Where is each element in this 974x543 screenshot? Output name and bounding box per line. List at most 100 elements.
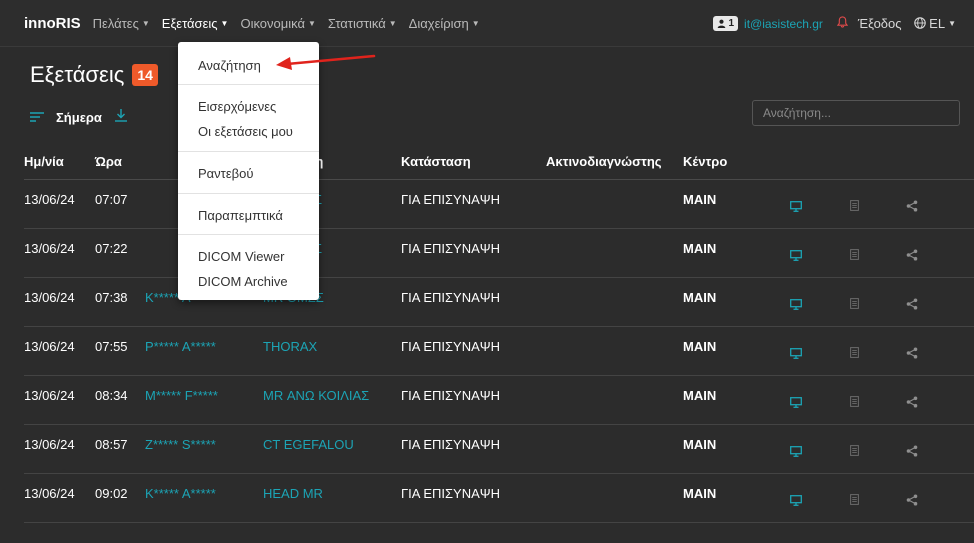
cell-time: 07:38 — [95, 290, 128, 305]
action-view[interactable] — [767, 290, 825, 313]
user-email-link[interactable]: it@iasistech.gr — [744, 17, 823, 31]
action-report[interactable] — [825, 437, 883, 459]
cell-patient[interactable]: M***** F***** — [145, 388, 263, 403]
user-count-badge[interactable]: 1 — [713, 16, 739, 31]
cell-center: MAIN — [683, 241, 717, 256]
brand-logo[interactable]: innoRIS — [24, 15, 81, 32]
action-share[interactable] — [883, 241, 941, 264]
caret-down-icon: ▼ — [471, 18, 480, 28]
col-header-radiologist[interactable]: Ακτινοδιαγνώστης — [546, 154, 683, 169]
action-share[interactable] — [883, 437, 941, 460]
share-icon[interactable] — [906, 200, 918, 215]
col-header-center[interactable]: Κέντρο — [683, 154, 767, 169]
col-header-date[interactable]: Ημ/νία — [24, 154, 95, 169]
share-icon[interactable] — [906, 347, 918, 362]
top-navbar: innoRIS Πελάτες ▼ Εξετάσεις ▼ Οικονομικά ▼ … — [0, 0, 974, 47]
filter-lines-icon[interactable] — [30, 109, 44, 125]
action-view[interactable] — [767, 388, 825, 411]
cell-exam[interactable]: MR ΑΝΩ ΚΟΙΛΙΑΣ — [263, 388, 401, 403]
bell-icon[interactable] — [836, 16, 849, 31]
document-icon[interactable] — [849, 200, 859, 214]
action-share[interactable] — [883, 388, 941, 411]
monitor-icon[interactable] — [790, 445, 802, 460]
cell-exam[interactable]: THORAX — [263, 339, 401, 354]
nav-menu-clients[interactable]: Πελάτες ▼ — [93, 16, 150, 31]
cell-time: 07:22 — [95, 241, 128, 256]
menu-item-dicom-archive[interactable]: DICOM Archive — [178, 274, 319, 289]
logout-link[interactable]: Έξοδος — [858, 16, 902, 31]
action-share[interactable] — [883, 290, 941, 313]
nav-menu-label: Πελάτες — [92, 15, 139, 31]
action-share[interactable] — [883, 192, 941, 215]
action-view[interactable] — [767, 437, 825, 460]
menu-item-incoming[interactable]: Εισερχόμενες — [178, 99, 319, 114]
table-row[interactable]: 13/06/24 08:34 M***** F***** MR ΑΝΩ ΚΟΙΛ… — [24, 376, 974, 425]
document-icon[interactable] — [849, 396, 859, 410]
monitor-icon[interactable] — [790, 249, 802, 264]
table-row[interactable]: 13/06/24 07:55 P***** A***** THORAX ΓΙΑ … — [24, 327, 974, 376]
share-icon[interactable] — [906, 249, 918, 264]
action-share[interactable] — [883, 486, 941, 509]
monitor-icon[interactable] — [790, 494, 802, 509]
action-report[interactable] — [825, 241, 883, 263]
action-share[interactable] — [883, 339, 941, 362]
table-row[interactable]: 13/06/24 09:02 K***** A***** HEAD MR ΓΙΑ… — [24, 474, 974, 523]
share-icon[interactable] — [906, 396, 918, 411]
filter-row: Σήμερα — [30, 108, 128, 126]
share-icon[interactable] — [906, 494, 918, 509]
cell-patient[interactable]: P***** A***** — [145, 339, 263, 354]
col-header-time[interactable]: Ώρα — [95, 154, 145, 169]
document-icon[interactable] — [849, 445, 859, 459]
table-row[interactable]: 13/06/24 08:57 Z***** S***** CT EGEFALOU… — [24, 425, 974, 474]
nav-menu-finance[interactable]: Οικονομικά ▼ — [240, 16, 315, 31]
language-selector[interactable]: EL ▼ — [913, 16, 956, 31]
table-row[interactable]: 13/06/24 07:38 K***** A***** MR ΟΜΣΣ ΓΙΑ… — [24, 278, 974, 327]
monitor-icon[interactable] — [790, 396, 802, 411]
table-header-row: Ημ/νία Ώρα ταση Κατάσταση Ακτινοδιαγνώστ… — [24, 144, 974, 180]
table-row[interactable]: 13/06/24 07:22 ΟΜΣΣ ΓΙΑ ΕΠΙΣΥΝΑΨΗ MAIN — [24, 229, 974, 278]
caret-down-icon: ▼ — [308, 18, 316, 28]
cell-exam[interactable]: CT EGEFALOU — [263, 437, 401, 452]
menu-item-appointments[interactable]: Ραντεβού — [178, 166, 319, 181]
action-view[interactable] — [767, 339, 825, 362]
action-view[interactable] — [767, 241, 825, 264]
action-report[interactable] — [825, 339, 883, 361]
date-filter-label[interactable]: Σήμερα — [56, 110, 102, 125]
nav-menu-exams[interactable]: Εξετάσεις ▼ — [162, 16, 229, 31]
download-icon[interactable] — [114, 108, 128, 126]
nav-menu-administration[interactable]: Διαχείριση ▼ — [409, 16, 480, 31]
caret-down-icon: ▼ — [948, 19, 956, 28]
action-report[interactable] — [825, 388, 883, 410]
action-view[interactable] — [767, 486, 825, 509]
menu-item-search[interactable]: Αναζήτηση — [178, 58, 319, 73]
col-header-status[interactable]: Κατάσταση — [401, 154, 546, 169]
cell-patient[interactable]: K***** A***** — [145, 486, 263, 501]
nav-menu-statistics[interactable]: Στατιστικά ▼ — [328, 16, 397, 31]
document-icon[interactable] — [849, 249, 859, 263]
share-icon[interactable] — [906, 298, 918, 313]
action-view[interactable] — [767, 192, 825, 215]
cell-status: ΓΙΑ ΕΠΙΣΥΝΑΨΗ — [401, 486, 501, 501]
cell-exam[interactable]: HEAD MR — [263, 486, 401, 501]
cell-time: 08:57 — [95, 437, 128, 452]
cell-patient[interactable]: Z***** S***** — [145, 437, 263, 452]
share-icon[interactable] — [906, 445, 918, 460]
monitor-icon[interactable] — [790, 200, 802, 215]
table-row[interactable]: 13/06/24 07:07 ΟΜΣΣ ΓΙΑ ΕΠΙΣΥΝΑΨΗ MAIN — [24, 180, 974, 229]
monitor-icon[interactable] — [790, 298, 802, 313]
document-icon[interactable] — [849, 347, 859, 361]
monitor-icon[interactable] — [790, 347, 802, 362]
menu-divider — [178, 234, 319, 235]
action-report[interactable] — [825, 486, 883, 508]
cell-center: MAIN — [683, 437, 717, 452]
action-report[interactable] — [825, 192, 883, 214]
document-icon[interactable] — [849, 494, 859, 508]
menu-item-my-exams[interactable]: Οι εξετάσεις μου — [178, 124, 319, 139]
menu-item-referrals[interactable]: Παραπεμπτικά — [178, 208, 319, 223]
document-icon[interactable] — [849, 298, 859, 312]
search-input[interactable] — [752, 100, 960, 126]
menu-divider — [178, 84, 319, 85]
menu-item-dicom-viewer[interactable]: DICOM Viewer — [178, 249, 319, 264]
action-report[interactable] — [825, 290, 883, 312]
cell-date: 13/06/24 — [24, 192, 75, 207]
